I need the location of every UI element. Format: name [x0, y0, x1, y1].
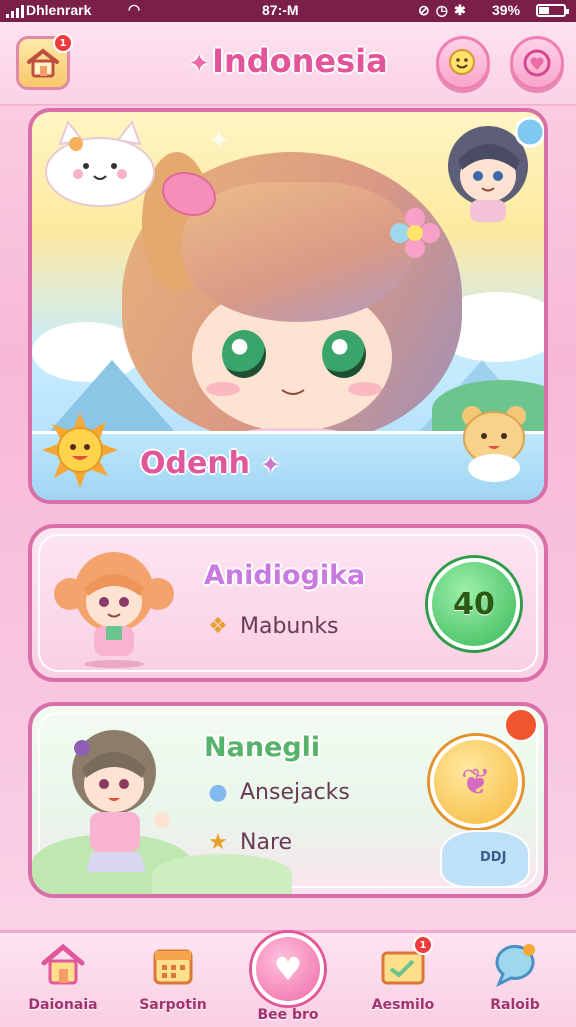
home-icon — [37, 939, 89, 991]
cloud-mascot: DDJ — [440, 830, 530, 888]
battery-percent: 39% — [492, 2, 521, 18]
character-avatar-2 — [72, 730, 170, 872]
character-card-2[interactable]: Nanegli ● Ansejacks ★ Nare ❦ DDJ — [28, 702, 548, 898]
signal-icon — [6, 4, 24, 18]
status-icons: ⊘◷✱ — [418, 2, 472, 18]
location-button[interactable] — [510, 36, 564, 90]
battery-icon — [536, 4, 569, 17]
notification-dot — [504, 708, 538, 742]
character-detail: ● Ansejacks — [204, 780, 350, 805]
nav-item-schedule[interactable]: Sarpotin — [118, 939, 228, 1013]
carrier-label: Dhlenrark — [26, 2, 92, 18]
heart-icon: ♥ — [252, 933, 324, 1005]
home-badge: 1 — [53, 33, 73, 53]
character-detail: ❖ Mabunks — [204, 614, 338, 639]
top-header: 1 ✦Indonesia — [0, 22, 576, 106]
nav-item-messages[interactable]: 1 Aesmilo — [348, 935, 458, 1013]
character-name: Anidiogika — [204, 560, 366, 591]
clock: 87:-M — [262, 2, 299, 18]
featured-character-card[interactable]: ✦ ✦ Odenh ✦ — [28, 108, 548, 504]
bottom-navigation: Daionaia Sarpotin ♥ Bee bro 1 Aesmilo Ra… — [0, 930, 576, 1027]
heart-pin-icon — [523, 49, 551, 77]
cat-mascot-icon — [45, 119, 155, 207]
character-name: Nanegli — [204, 732, 321, 763]
nav-item-home[interactable]: Daionaia — [8, 939, 118, 1013]
bear-mascot-icon — [462, 406, 526, 482]
nav-item-chat[interactable]: Raloib — [460, 939, 570, 1013]
wifi-icon: ◠ — [128, 1, 141, 17]
sparkle-icon: ✦ — [260, 451, 281, 479]
smiley-speech-icon — [449, 49, 475, 75]
blue-orb-icon: ● — [208, 780, 228, 805]
side-character-icon — [448, 116, 544, 222]
emoji-button[interactable] — [436, 36, 490, 90]
chat-icon — [489, 939, 541, 991]
gift-box-icon: ❖ — [208, 614, 228, 639]
home-button[interactable]: 1 — [16, 33, 73, 90]
character-avatar-1 — [54, 552, 174, 668]
calendar-icon — [147, 939, 199, 991]
character-detail-2: ★ Nare — [204, 830, 292, 855]
status-bar: Dhlenrark ◠ 87:-M ⊘◷✱ 39% — [0, 0, 576, 22]
hero-name-band: Odenh ✦ — [32, 406, 544, 500]
star-icon: ★ — [208, 830, 228, 855]
home-icon — [27, 48, 59, 78]
gift-icon: ❦ — [460, 761, 492, 803]
score-badge[interactable]: 40 — [428, 558, 520, 650]
reward-button[interactable]: ❦ — [430, 736, 522, 828]
character-card-1[interactable]: Anidiogika ❖ Mabunks 40 — [28, 524, 548, 682]
hero-character-name: Odenh ✦ — [140, 446, 281, 481]
page-title: ✦Indonesia — [188, 42, 388, 80]
nav-item-favorites[interactable]: ♥ Bee bro — [233, 933, 343, 1023]
sparkle-icon: ✦ — [188, 49, 211, 79]
mail-icon: 1 — [377, 935, 433, 991]
sun-icon — [42, 412, 118, 488]
